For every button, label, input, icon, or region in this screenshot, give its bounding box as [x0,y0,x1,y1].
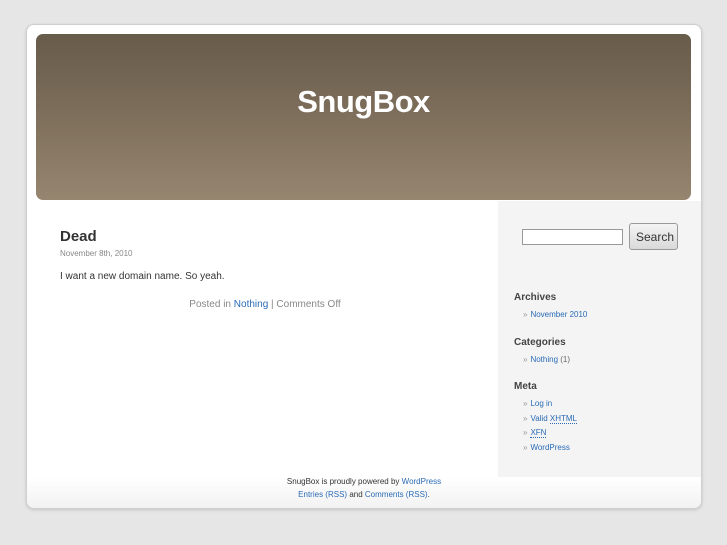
xfn-abbr: XFN [530,428,547,438]
categories-heading: Categories [514,337,566,348]
comments-rss-link[interactable]: Comments (RSS) [365,490,428,499]
list-item: » November 2010 [523,308,587,323]
list-item: » Valid XHTML [523,412,578,427]
login-link[interactable]: Log in [530,399,552,408]
footer-line-powered: SnugBox is proudly powered by WordPress [27,477,701,486]
category-link-nothing[interactable]: Nothing [530,355,558,364]
powered-by-text: SnugBox is proudly powered by [286,477,400,486]
post-body: I want a new domain name. So yeah. [60,271,225,282]
valid-xhtml-link[interactable]: Valid XHTML [530,413,578,424]
header-banner: SnugBox [36,34,691,200]
archive-link-november-2010[interactable]: November 2010 [530,310,587,319]
bullet-icon: » [523,413,528,423]
footer: SnugBox is proudly powered by WordPress … [27,477,701,508]
bullet-icon: » [523,428,528,437]
archives-list: » November 2010 [523,308,587,323]
xhtml-abbr: XHTML [549,413,578,424]
post-meta: Posted in Nothing | Comments Off [60,299,470,310]
comments-status: Comments Off [276,299,341,310]
xfn-link[interactable]: XFN [530,428,547,438]
wordpress-link[interactable]: WordPress [530,443,569,452]
footer-line-feeds: Entries (RSS) and Comments (RSS). [27,490,701,499]
categories-list: » Nothing (1) [523,353,570,368]
footer-wordpress-link[interactable]: WordPress [402,477,441,486]
page-container: SnugBox Dead November 8th, 2010 I want a… [26,24,702,509]
meta-list: » Log in » Valid XHTML » XFN » WordPress [523,397,578,456]
list-item: » WordPress [523,441,577,456]
category-link[interactable]: Nothing [234,299,268,310]
main-content: Dead November 8th, 2010 I want a new dom… [60,228,460,310]
meta-separator: | [271,299,274,310]
search-input[interactable] [522,229,623,245]
post-date: November 8th, 2010 [60,249,133,258]
and-text: and [349,490,363,499]
sidebar: Search Archives » November 2010 Categorie… [498,201,701,477]
bullet-icon: » [523,310,528,319]
list-item: » Nothing (1) [523,353,570,368]
valid-text: Valid [530,413,548,423]
bullet-icon: » [523,355,528,364]
entries-rss-link[interactable]: Entries (RSS) [298,490,347,499]
meta-heading: Meta [514,381,537,392]
bullet-icon: » [523,399,528,408]
archives-heading: Archives [514,292,557,303]
posted-in-label: Posted in [189,299,231,310]
bullet-icon: » [523,442,528,452]
footer-period: . [427,490,430,499]
list-item: » Log in [523,397,577,412]
post-title[interactable]: Dead [60,228,460,245]
category-count: (1) [560,355,571,364]
search-button[interactable]: Search [629,223,678,250]
blog-title-link[interactable]: SnugBox [36,84,691,120]
list-item: » XFN [523,426,577,441]
